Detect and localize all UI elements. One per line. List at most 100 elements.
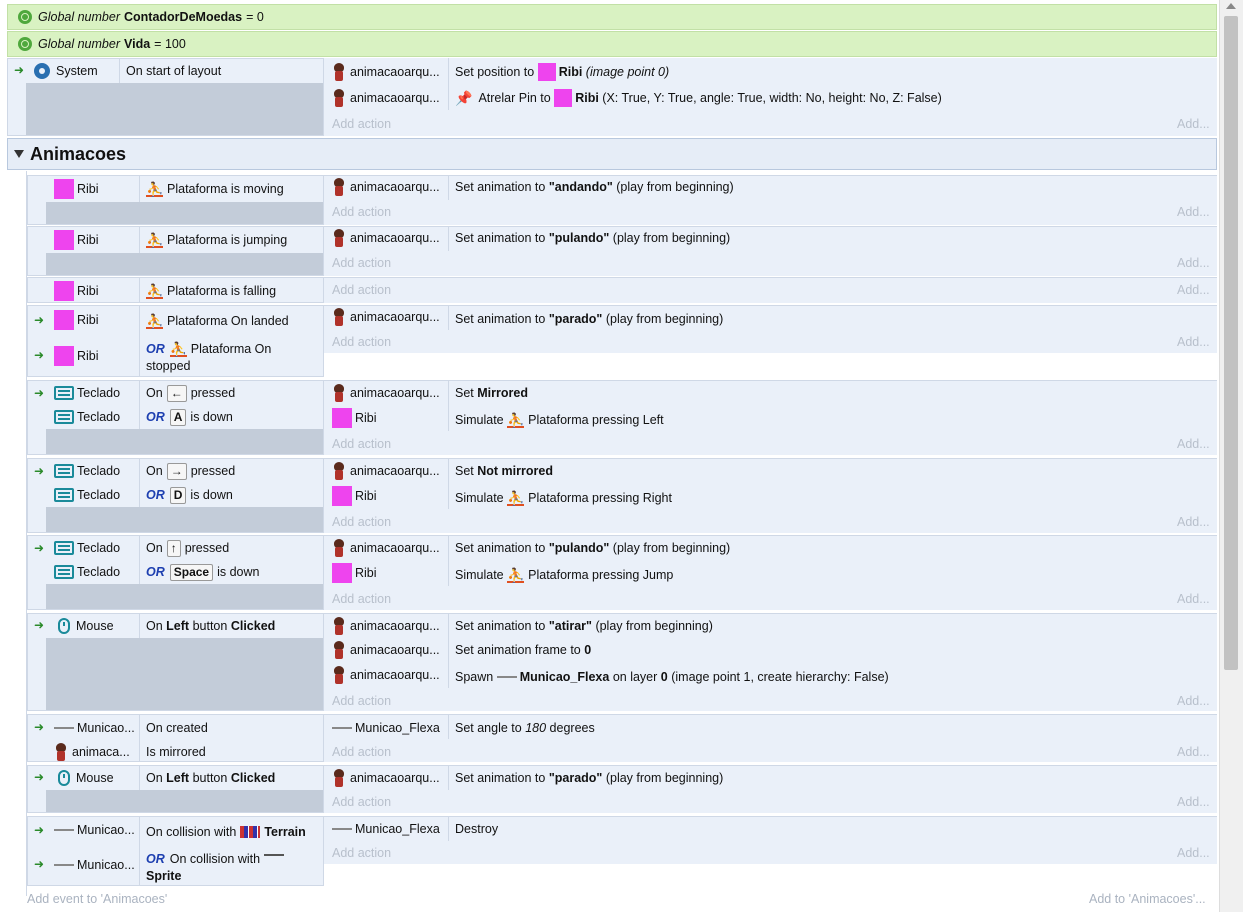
action-object[interactable]: animacaoarqu... <box>332 664 440 686</box>
action-object[interactable]: animacaoarqu... <box>332 460 440 482</box>
add-action-link[interactable]: Add action <box>332 252 391 274</box>
condition-text[interactable]: On ← pressed <box>146 382 235 404</box>
action-object[interactable]: animacaoarqu... <box>332 767 440 789</box>
action-text[interactable]: Destroy <box>455 818 498 840</box>
event-conditions[interactable]: ➜ Ribi ⛹ Plataforma On landed ➜ Ribi OR ⛹ P… <box>27 305 324 377</box>
condition-object[interactable]: Mouse <box>54 615 140 637</box>
add-action-link[interactable]: Add action <box>332 842 391 864</box>
global-variable-row[interactable]: Global number Vida = 100 <box>7 31 1217 57</box>
event-conditions[interactable]: ➜ System On start of layout <box>7 58 324 136</box>
action-text[interactable]: Set angle to 180 degrees <box>455 717 595 739</box>
action-text[interactable]: Set animation to "atirar" (play from beg… <box>455 615 713 637</box>
condition-text[interactable]: ⛹ Plataforma is moving <box>146 178 284 200</box>
condition-text[interactable]: OR Ais down <box>146 406 233 428</box>
add-action-link[interactable]: Add action <box>332 588 391 610</box>
action-text[interactable]: Set Not mirrored <box>455 460 553 482</box>
action-object[interactable]: Municao_Flexa <box>332 717 440 739</box>
condition-object[interactable]: System <box>34 60 122 82</box>
condition-text[interactable]: On Left button Clicked <box>146 767 275 789</box>
global-variable-row[interactable]: Global number ContadorDeMoedas = 0 <box>7 4 1217 30</box>
add-more-link[interactable]: Add... <box>1177 201 1210 223</box>
action-object[interactable]: animacaoarqu... <box>332 382 440 404</box>
condition-object[interactable]: Ribi <box>54 229 140 251</box>
action-object[interactable]: Ribi <box>332 562 377 584</box>
action-object[interactable]: Municao_Flexa <box>332 818 440 840</box>
condition-object[interactable]: animaca... <box>54 741 140 761</box>
add-action-link[interactable]: Add action <box>332 511 391 533</box>
condition-text[interactable]: On start of layout <box>126 60 221 82</box>
add-more-link[interactable]: Add... <box>1177 511 1210 533</box>
condition-object[interactable]: Ribi <box>54 309 140 331</box>
condition-text[interactable]: On Left button Clicked <box>146 615 275 637</box>
condition-object[interactable]: Teclado <box>54 561 140 583</box>
action-text[interactable]: Simulate ⛹ Plataforma pressing Jump <box>455 564 673 586</box>
condition-text[interactable]: On ↑ pressed <box>146 537 229 559</box>
event-conditions[interactable]: ➜ Municao... On created animaca... Is mi… <box>27 714 324 762</box>
condition-text[interactable]: ⛹ Plataforma is jumping <box>146 229 287 251</box>
condition-object[interactable]: Teclado <box>54 460 140 482</box>
action-object[interactable]: Ribi <box>332 485 377 507</box>
action-object[interactable]: animacaoarqu... <box>332 615 440 637</box>
add-to-group-link[interactable]: Add to 'Animacoes'... <box>1089 888 1206 910</box>
event-conditions[interactable]: ➜ Teclado On ↑ pressed Teclado OR Space is d… <box>27 535 324 610</box>
action-object[interactable]: Ribi <box>332 407 377 429</box>
action-text[interactable]: Set animation frame to 0 <box>455 639 591 661</box>
condition-text[interactable]: On → pressed <box>146 460 235 482</box>
add-more-link[interactable]: Add... <box>1177 842 1210 864</box>
add-action-link[interactable]: Add action <box>332 331 391 353</box>
event-conditions[interactable]: ➜ Mouse On Left button Clicked <box>27 613 324 711</box>
add-more-link[interactable]: Add... <box>1177 331 1210 353</box>
event-conditions[interactable]: Ribi ⛹ Plataforma is moving <box>27 175 324 225</box>
scroll-up-arrow-icon[interactable] <box>1226 3 1236 9</box>
scrollbar-thumb[interactable] <box>1224 16 1238 670</box>
condition-text[interactable]: On collision with Terrain <box>146 821 306 843</box>
add-more-link[interactable]: Add... <box>1177 791 1210 813</box>
action-object[interactable]: animacaoarqu... <box>332 537 440 559</box>
add-action-link[interactable]: Add action <box>332 113 391 135</box>
add-more-link[interactable]: Add... <box>1177 252 1210 274</box>
action-object[interactable]: animacaoarqu... <box>332 176 440 198</box>
action-text[interactable]: 📌 Atrelar Pin to Ribi (X: True, Y: True, … <box>455 87 942 109</box>
add-action-link[interactable]: Add action <box>332 201 391 223</box>
action-object[interactable]: animacaoarqu... <box>332 306 440 328</box>
condition-object[interactable]: Municao... <box>54 717 140 739</box>
action-text[interactable]: Set animation to "pulando" (play from be… <box>455 227 730 249</box>
event-conditions[interactable]: Ribi ⛹ Plataforma is jumping <box>27 226 324 276</box>
add-action-link[interactable]: Add action <box>332 433 391 455</box>
condition-object[interactable]: Teclado <box>54 537 140 559</box>
add-action-link[interactable]: Add action <box>332 279 391 301</box>
event-conditions[interactable]: ➜ Mouse On Left button Clicked <box>27 765 324 813</box>
event-conditions[interactable]: ➜ Teclado On ← pressed Teclado OR Ais down <box>27 380 324 455</box>
condition-object[interactable]: Municao... <box>54 819 140 841</box>
action-object[interactable]: animacaoarqu... <box>332 639 440 661</box>
condition-object[interactable]: Municao... <box>54 854 140 876</box>
action-object[interactable]: animacaoarqu... <box>332 87 440 109</box>
condition-text[interactable]: OR Space is down <box>146 561 260 583</box>
add-action-link[interactable]: Add action <box>332 741 391 763</box>
condition-text[interactable]: OR Dis down <box>146 484 233 506</box>
condition-object[interactable]: Ribi <box>54 345 140 367</box>
action-text[interactable]: Set animation to "parado" (play from beg… <box>455 308 723 330</box>
condition-object[interactable]: Ribi <box>54 280 140 302</box>
action-text[interactable]: Spawn Municao_Flexa on layer 0 (image po… <box>455 666 889 688</box>
action-text[interactable]: Set animation to "parado" (play from beg… <box>455 767 723 789</box>
event-conditions[interactable]: Ribi ⛹ Plataforma is falling <box>27 277 324 303</box>
add-more-link[interactable]: Add... <box>1177 741 1210 763</box>
event-conditions[interactable]: ➜ Municao... On collision with Terrain ➜ … <box>27 816 324 886</box>
condition-object[interactable]: Ribi <box>54 178 140 200</box>
add-event-to-group-link[interactable]: Add event to 'Animacoes' <box>27 888 167 910</box>
condition-object[interactable]: Teclado <box>54 484 140 506</box>
condition-text[interactable]: ⛹ Plataforma is falling <box>146 280 276 302</box>
action-object[interactable]: animacaoarqu... <box>332 227 440 249</box>
action-text[interactable]: Simulate ⛹ Plataforma pressing Left <box>455 409 664 431</box>
add-more-link[interactable]: Add... <box>1177 588 1210 610</box>
add-action-link[interactable]: Add action <box>332 791 391 813</box>
add-action-link[interactable]: Add action <box>332 690 391 712</box>
action-text[interactable]: Set animation to "andando" (play from be… <box>455 176 734 198</box>
action-text[interactable]: Simulate ⛹ Plataforma pressing Right <box>455 487 672 509</box>
add-more-link[interactable]: Add... <box>1177 113 1210 135</box>
action-text[interactable]: Set Mirrored <box>455 382 528 404</box>
group-header[interactable]: Animacoes <box>7 138 1217 170</box>
condition-object[interactable]: Mouse <box>54 767 140 789</box>
condition-object[interactable]: Teclado <box>54 382 140 404</box>
